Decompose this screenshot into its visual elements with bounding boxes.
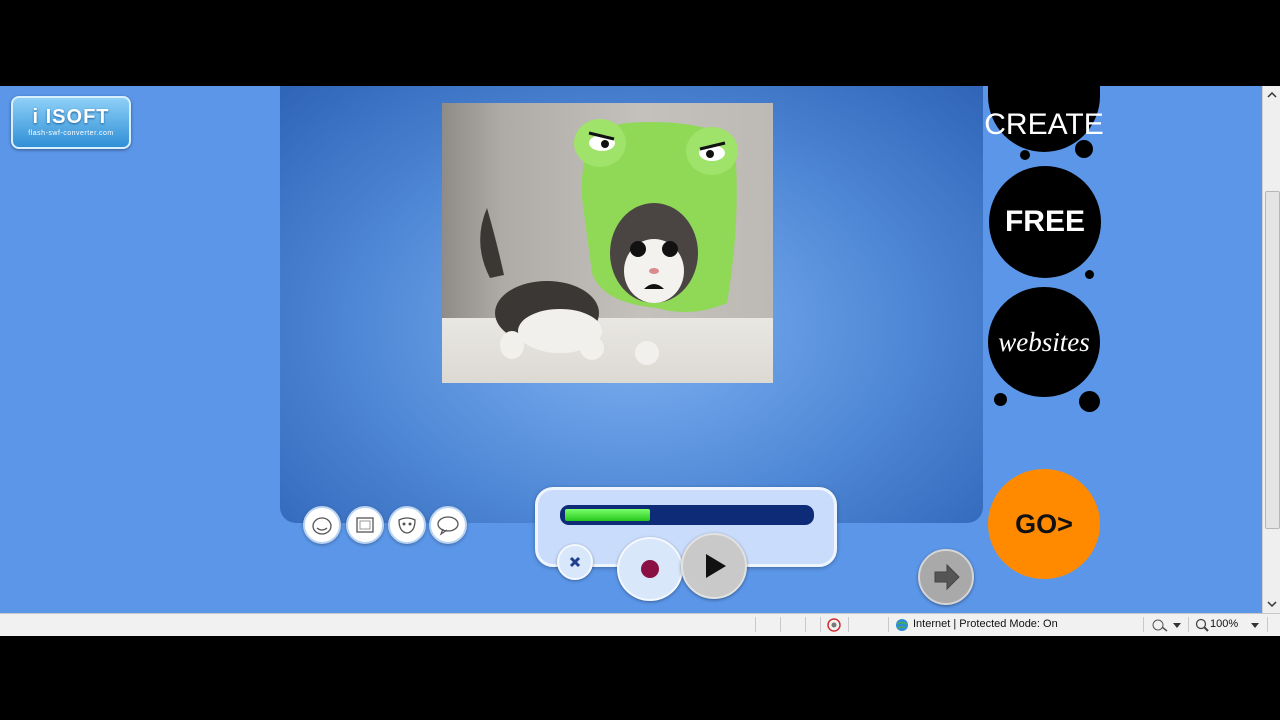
background-tool-button[interactable] bbox=[346, 506, 384, 544]
isoft-logo[interactable]: i ISOFT flash-swf-converter.com bbox=[11, 96, 131, 149]
zoom-level[interactable]: 100% bbox=[1210, 618, 1238, 630]
mask-icon bbox=[398, 517, 416, 534]
go-button[interactable]: GO> bbox=[988, 469, 1100, 579]
logo-title: i ISOFT bbox=[32, 106, 110, 128]
next-button[interactable] bbox=[918, 549, 974, 605]
progress-track[interactable] bbox=[560, 505, 814, 525]
speech-bubble-icon bbox=[437, 516, 459, 536]
security-zone-text: Internet | Protected Mode: On bbox=[913, 618, 1058, 630]
arrow-right-icon bbox=[934, 563, 960, 591]
ink-dot bbox=[994, 393, 1007, 406]
scroll-down-icon[interactable] bbox=[1263, 597, 1280, 611]
vertical-scrollbar[interactable] bbox=[1262, 86, 1280, 613]
ad-create-text[interactable]: CREATE bbox=[984, 58, 1104, 152]
speech-tool-button[interactable] bbox=[429, 506, 467, 544]
close-icon bbox=[569, 556, 581, 568]
globe-icon bbox=[896, 619, 908, 631]
play-button[interactable] bbox=[681, 533, 747, 599]
frame-icon bbox=[356, 517, 374, 533]
logo-subtitle: flash-swf-converter.com bbox=[28, 130, 114, 137]
flash-stage bbox=[280, 86, 983, 523]
zoom-icon bbox=[1195, 618, 1209, 632]
face-tool-button[interactable] bbox=[303, 506, 341, 544]
kitten-illustration bbox=[480, 119, 738, 365]
ink-dot bbox=[1079, 391, 1100, 412]
protected-mode-icon[interactable] bbox=[1152, 618, 1168, 632]
record-button[interactable] bbox=[617, 537, 683, 601]
kitten-photo bbox=[442, 103, 773, 383]
status-bar: Internet | Protected Mode: On 100% bbox=[0, 613, 1280, 636]
scroll-up-icon[interactable] bbox=[1263, 88, 1280, 102]
record-icon bbox=[641, 560, 659, 578]
ad-free-text[interactable]: FREE bbox=[989, 166, 1101, 278]
ink-dot bbox=[1075, 140, 1093, 158]
ad-websites-text[interactable]: websites bbox=[988, 287, 1100, 397]
delete-button[interactable] bbox=[557, 544, 593, 580]
privacy-icon[interactable] bbox=[826, 617, 842, 633]
progress-fill bbox=[565, 509, 650, 521]
scroll-thumb[interactable] bbox=[1265, 191, 1280, 529]
chevron-down-icon[interactable] bbox=[1173, 623, 1181, 629]
character-tool-button[interactable] bbox=[388, 506, 426, 544]
chevron-down-icon[interactable] bbox=[1251, 623, 1259, 629]
face-outline-icon bbox=[312, 517, 332, 535]
play-icon bbox=[706, 554, 726, 578]
ink-dot bbox=[1085, 270, 1094, 279]
ink-dot bbox=[1020, 150, 1030, 160]
